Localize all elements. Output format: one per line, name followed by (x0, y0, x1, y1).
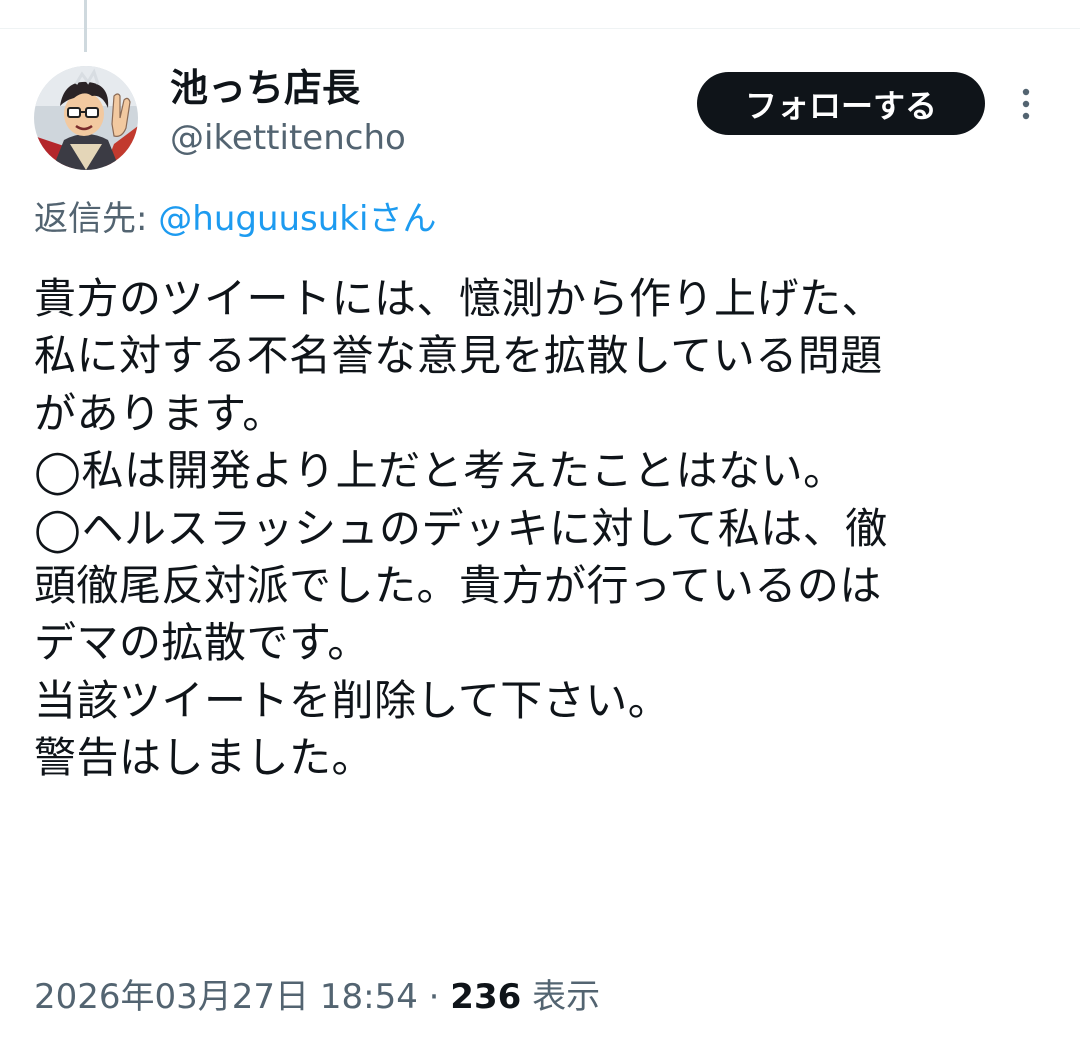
reply-context: 返信先: @huguusukiさん (34, 196, 436, 242)
meta-separator: · (417, 977, 451, 1017)
tweet-metadata: 2026年03月27日 18:54 · 236 表示 (34, 974, 600, 1020)
avatar[interactable] (34, 66, 138, 170)
more-vertical-icon[interactable] (1014, 86, 1038, 126)
tweet-text-line: 警告はしました。 (34, 733, 375, 783)
tweet-text-line: 頭徹尾反対派でした。貴方が行っているのは (34, 561, 882, 611)
tweet-detail: 池っち店長 @ikettitencho フォローする 返信先: @huguusu… (0, 0, 1080, 1041)
tweet-text-line: 貴方のツイートには、憶測から作り上げた、 (34, 274, 885, 323)
display-name[interactable]: 池っち店長 (170, 64, 360, 112)
tweet-text-line: 私に対する不名誉な意見を拡散している問題 (34, 331, 883, 381)
reply-prefix: 返信先: (34, 199, 159, 239)
timestamp-link[interactable]: 2026年03月27日 18:54 (34, 977, 418, 1017)
views-count: 236 (450, 977, 522, 1017)
tweet-text-line: ◯ヘルスラッシュのデッキに対して私は、徹 (34, 503, 888, 553)
views-label: 表示 (521, 977, 601, 1017)
reply-mention-link[interactable]: @huguusukiさん (158, 199, 436, 239)
tweet-text-line: 当該ツイートを削除して下さい。 (34, 675, 671, 725)
thread-connector-line (84, 0, 87, 52)
username-handle[interactable]: @ikettitencho (170, 116, 406, 160)
tweet-text-line: デマの拡散です。 (34, 618, 370, 668)
tweet-text: 貴方のツイートには、憶測から作り上げた、 私に対する不名誉な意見を拡散している問… (34, 270, 1054, 787)
tweet-text-line: があります。 (34, 388, 285, 438)
avatar-illustration (34, 66, 138, 170)
divider (0, 28, 1080, 29)
tweet-text-line: ◯私は開発より上だと考えたことはない。 (34, 446, 846, 496)
follow-button[interactable]: フォローする (697, 72, 985, 135)
